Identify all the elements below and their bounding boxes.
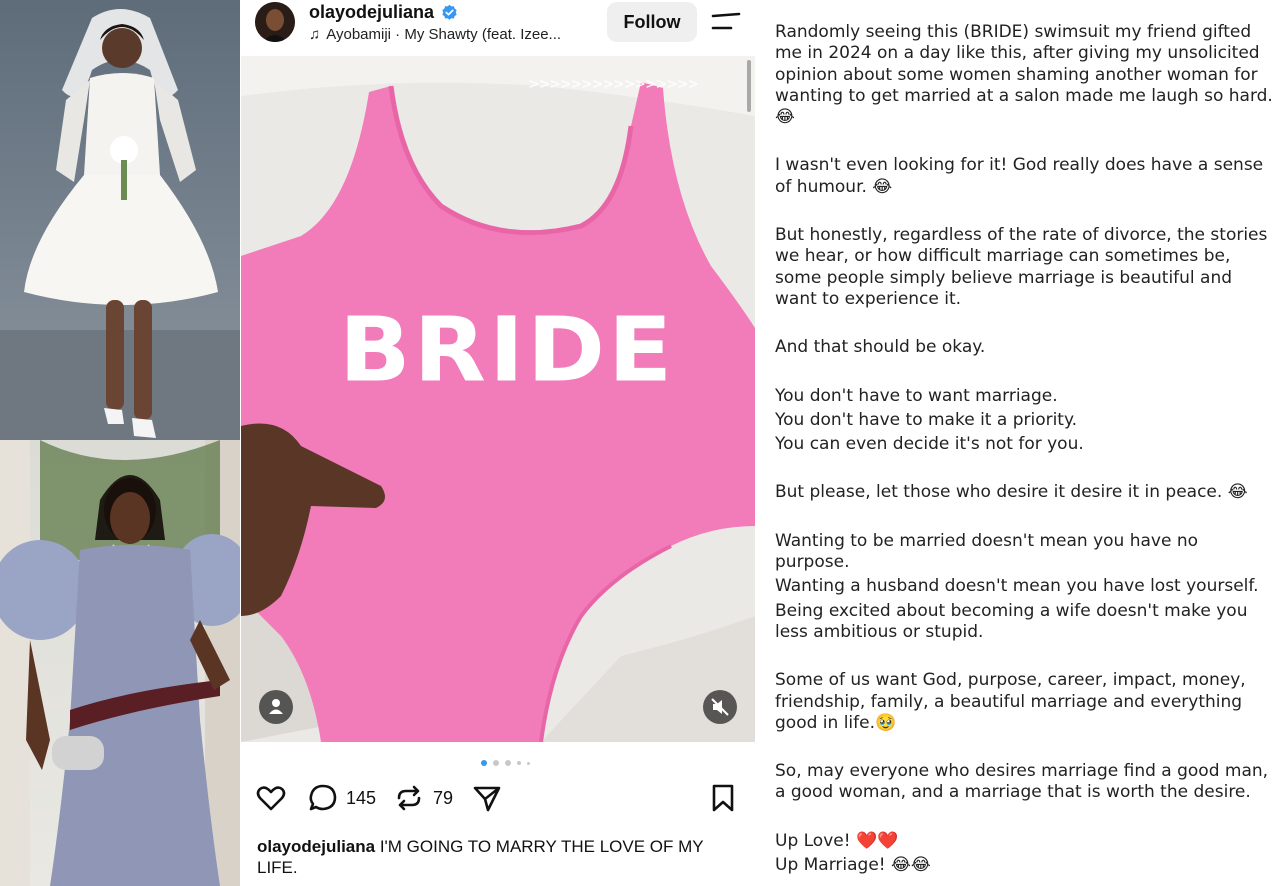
paragraph: So, may everyone who desires marriage fi… xyxy=(775,761,1269,803)
music-title: Ayobamiji · My Shawty (feat. Izee... xyxy=(326,26,562,43)
user-avatar[interactable] xyxy=(255,2,295,42)
comment-icon[interactable] xyxy=(307,782,339,814)
comments-count: 145 xyxy=(346,788,377,808)
music-info[interactable]: ♫ Ayobamiji · My Shawty (feat. Izee... xyxy=(309,26,561,43)
paragraph: I wasn't even looking for it! God really… xyxy=(775,155,1264,197)
post-actions: 145 79 xyxy=(241,780,755,816)
heart-icon[interactable] xyxy=(255,782,287,814)
carousel-dot[interactable] xyxy=(493,760,499,766)
music-note-icon: ♫ xyxy=(309,26,321,43)
paragraph: You don't have to make it a priority. xyxy=(775,409,1078,430)
swimsuit-print-text: BRIDE xyxy=(339,298,676,403)
post-caption: olayodejuliana I'M GOING TO MARRY THE LO… xyxy=(257,836,747,878)
paragraph: But honestly, regardless of the rate of … xyxy=(775,225,1268,309)
paragraph: You can even decide it's not for you. xyxy=(775,434,1084,455)
repost-icon[interactable] xyxy=(393,782,425,814)
paragraph: Some of us want God, purpose, career, im… xyxy=(775,670,1246,733)
paragraph: Being excited about becoming a wife does… xyxy=(775,600,1248,642)
article-text: Randomly seeing this (BRIDE) swimsuit my… xyxy=(775,22,1275,876)
media-scrollbar[interactable] xyxy=(747,60,751,112)
follow-button[interactable]: Follow xyxy=(607,2,697,42)
paragraph: Wanting to be married doesn't mean you h… xyxy=(775,530,1198,573)
share-icon[interactable] xyxy=(471,782,503,814)
menu-icon[interactable] xyxy=(711,12,741,32)
post-header: olayodejuliana ♫ Ayobamiji · My Shawty (f… xyxy=(241,0,755,56)
bride-dress-photo xyxy=(0,0,240,440)
caption-username[interactable]: olayodejuliana xyxy=(257,837,375,856)
reposts-count: 79 xyxy=(433,788,454,808)
mute-icon[interactable] xyxy=(703,690,737,724)
carousel-dot[interactable] xyxy=(527,762,530,765)
verified-icon xyxy=(442,4,457,20)
left-photo-column xyxy=(0,0,240,886)
overlay-arrows-text: >>>>>>>>>>>>>>>> xyxy=(529,74,700,93)
paragraph: And that should be okay. xyxy=(775,337,986,358)
carousel-dot[interactable] xyxy=(517,761,521,765)
instagram-post: olayodejuliana ♫ Ayobamiji · My Shawty (f… xyxy=(241,0,755,886)
paragraph: But please, let those who desire it desi… xyxy=(775,482,1248,503)
paragraph: Up Marriage! 😂😂 xyxy=(775,855,931,876)
post-media[interactable]: >>>>>>>>>>>>>>>> BRIDE xyxy=(241,56,755,742)
paragraph: Up Love! ❤️❤️ xyxy=(775,830,899,851)
paragraph: You don't have to want marriage. xyxy=(775,385,1058,406)
bookmark-icon[interactable] xyxy=(707,782,739,814)
paragraph: Wanting a husband doesn't mean you have … xyxy=(775,576,1259,597)
carousel-dot[interactable] xyxy=(505,760,511,766)
carousel-dot[interactable] xyxy=(481,760,487,766)
paragraph: Randomly seeing this (BRIDE) swimsuit my… xyxy=(775,22,1273,128)
post-username[interactable]: olayodejuliana xyxy=(309,2,434,23)
tag-people-icon[interactable] xyxy=(259,690,293,724)
lace-gown-photo xyxy=(0,440,240,886)
